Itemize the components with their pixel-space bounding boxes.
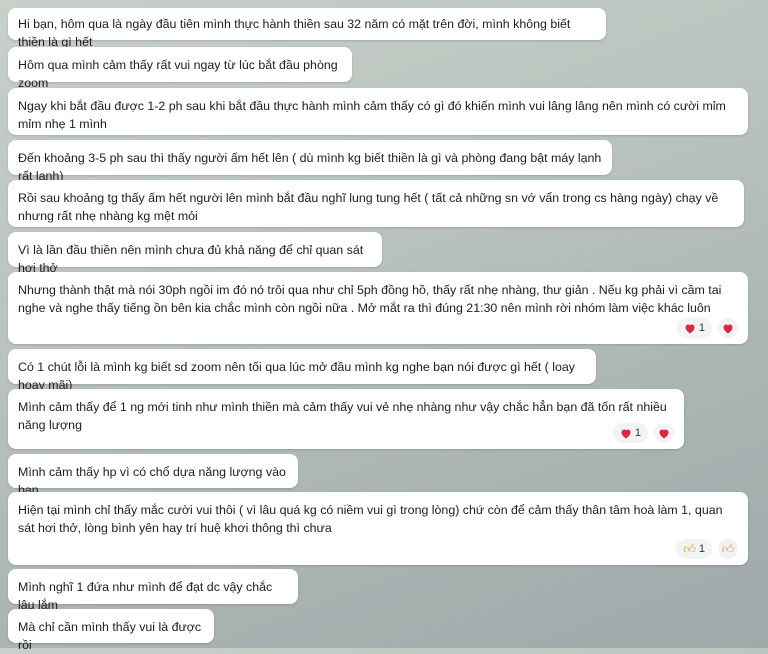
message-bubble[interactable]: Đến khoảng 3-5 ph sau thì thấy người ấm … (8, 140, 612, 183)
chat-message-list[interactable]: Hi bạn, hôm qua là ngày đầu tiên mình th… (0, 0, 768, 652)
add-reaction-button[interactable] (654, 423, 674, 443)
reaction-count-pill[interactable]: 👍︎ 1 (676, 539, 712, 559)
heart-icon (621, 429, 631, 438)
reaction-bar: 1 (612, 423, 674, 443)
message-bubble[interactable]: Có 1 chút lỗi là mình kg biết sd zoom nê… (8, 349, 596, 392)
message-bubble[interactable]: Hiện tại mình chỉ thấy mắc cười vui thôi… (8, 492, 748, 565)
message-text: Hôm qua mình cảm thấy rất vui ngay từ lú… (18, 58, 338, 90)
thumbs-up-icon: 👍︎ (683, 542, 696, 556)
reaction-count: 1 (698, 322, 705, 334)
heart-icon (723, 324, 733, 333)
message-bubble[interactable]: Hôm qua mình cảm thấy rất vui ngay từ lú… (8, 47, 352, 90)
message-bubble[interactable]: Mà chỉ cần mình thấy vui là được rồi (8, 609, 214, 652)
reaction-count: 1 (698, 543, 705, 555)
reaction-count-pill[interactable]: 1 (676, 318, 712, 338)
add-reaction-button[interactable] (718, 318, 738, 338)
message-bubble[interactable]: Vì là lần đầu thiền nên mình chưa đủ khả… (8, 232, 382, 275)
message-bubble[interactable]: Nhưng thành thật mà nói 30ph ngồi im đó … (8, 272, 748, 344)
message-bubble[interactable]: Ngay khi bắt đầu được 1-2 ph sau khi bắt… (8, 88, 748, 135)
reaction-bar: 1 (676, 318, 738, 338)
heart-icon (685, 324, 695, 333)
thumbs-up-icon: 👍︎ (721, 542, 735, 556)
reaction-count: 1 (634, 427, 641, 439)
message-bubble[interactable]: Mình cảm thấy để 1 ng mới tinh như mình … (8, 389, 684, 449)
add-reaction-button[interactable]: 👍︎ (718, 539, 738, 559)
message-text: Ngay khi bắt đầu được 1-2 ph sau khi bắt… (18, 99, 726, 131)
message-text: Rồi sau khoảng tg thấy ấm hết người lên … (18, 191, 719, 223)
message-text: Hi bạn, hôm qua là ngày đầu tiên mình th… (18, 17, 571, 49)
message-bubble[interactable]: Hi bạn, hôm qua là ngày đầu tiên mình th… (8, 8, 606, 49)
message-text: Mà chỉ cần mình thấy vui là được rồi (18, 620, 202, 652)
message-bubble[interactable]: Mình nghĩ 1 đứa như mình để đạt dc vậy c… (8, 569, 298, 612)
reaction-count-pill[interactable]: 1 (612, 423, 648, 443)
message-text: Mình cảm thấy để 1 ng mới tinh như mình … (18, 400, 667, 432)
message-bubble[interactable]: Rồi sau khoảng tg thấy ấm hết người lên … (8, 180, 744, 227)
heart-icon (659, 429, 669, 438)
message-text: Hiện tại mình chỉ thấy mắc cười vui thôi… (18, 503, 723, 535)
reaction-bar: 👍︎ 1 👍︎ (676, 539, 738, 559)
message-bubble[interactable]: Mình cảm thấy hp vì có chổ dựa năng lượn… (8, 454, 298, 497)
message-text: Nhưng thành thật mà nói 30ph ngồi im đó … (18, 283, 722, 315)
